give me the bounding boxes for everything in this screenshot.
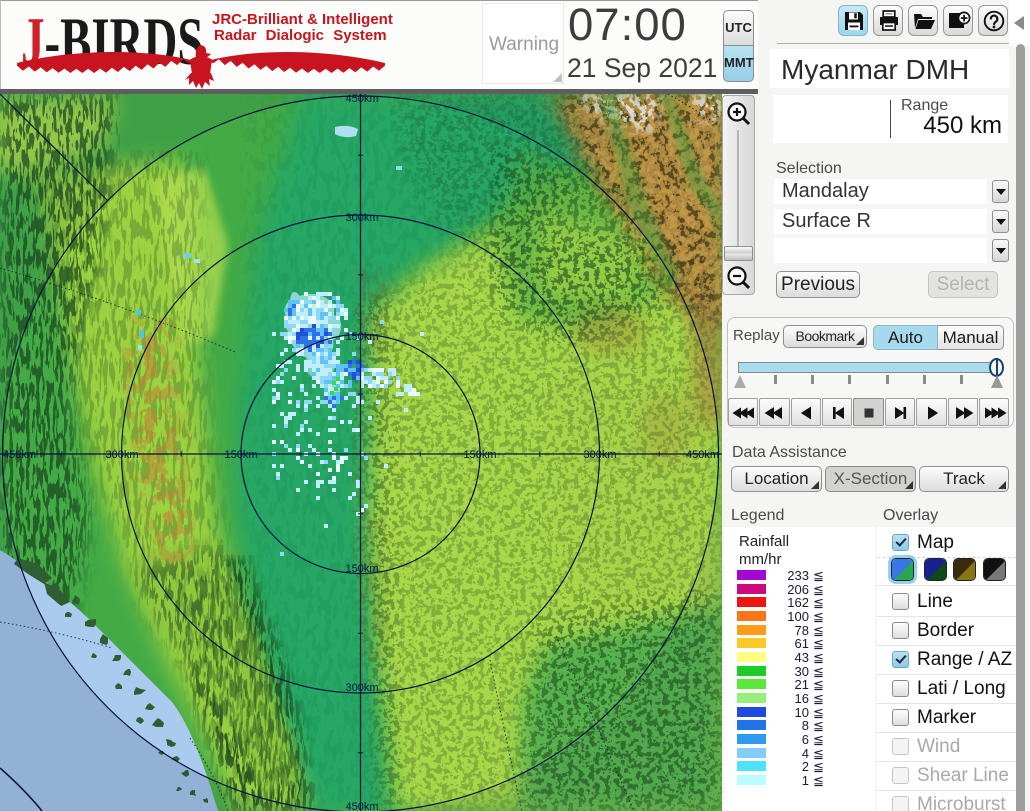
svg-text:150km: 150km [224,449,257,461]
svg-text:150km: 150km [345,563,378,575]
svg-text:450km: 450km [345,94,378,105]
svg-text:300km: 300km [105,449,138,461]
svg-text:450km: 450km [3,449,36,461]
svg-text:450km: 450km [345,801,378,811]
svg-text:150km: 150km [345,331,378,343]
svg-text:300km: 300km [345,682,378,694]
svg-text:450km: 450km [686,449,719,461]
svg-text:300km: 300km [583,449,616,461]
svg-text:300km: 300km [345,212,378,224]
svg-text:150km: 150km [463,449,496,461]
